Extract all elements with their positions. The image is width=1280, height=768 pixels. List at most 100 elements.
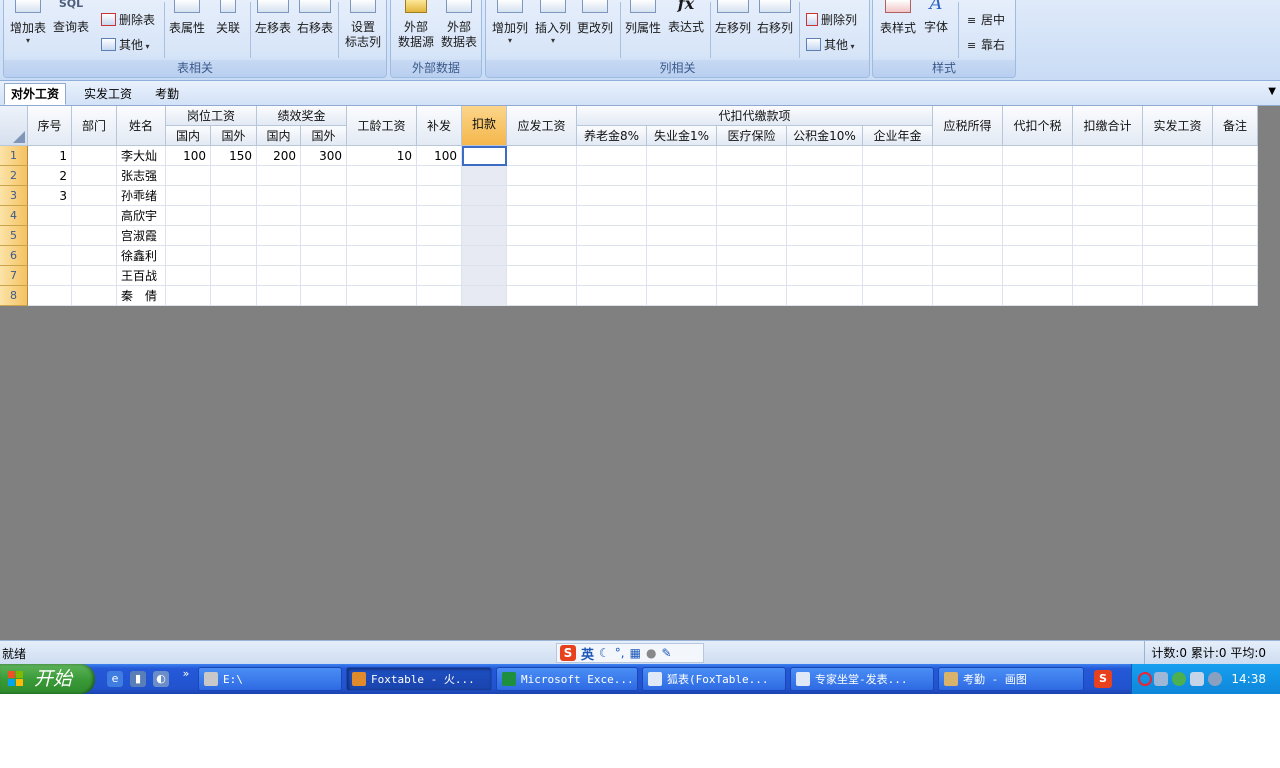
header-medical[interactable]: 医疗保险 xyxy=(717,126,787,146)
grid-cell[interactable] xyxy=(933,146,1003,166)
grid-cell[interactable] xyxy=(301,226,347,246)
grid-cell[interactable] xyxy=(257,226,301,246)
grid-cell[interactable]: 200 xyxy=(257,146,301,166)
grid-cell[interactable] xyxy=(787,226,863,246)
grid-cell[interactable] xyxy=(717,146,787,166)
grid-cell[interactable] xyxy=(72,246,117,266)
grid-cell[interactable] xyxy=(1003,266,1073,286)
header-payable[interactable]: 应发工资 xyxy=(507,106,577,146)
grid-cell[interactable] xyxy=(647,146,717,166)
grid-cell[interactable] xyxy=(717,186,787,206)
row-header[interactable]: 1 xyxy=(0,146,28,166)
grid-cell[interactable] xyxy=(417,166,462,186)
header-withhold-tax[interactable]: 代扣个税 xyxy=(1003,106,1073,146)
grid-cell[interactable] xyxy=(347,226,417,246)
grid-cell[interactable] xyxy=(577,246,647,266)
grid-cell[interactable] xyxy=(863,146,933,166)
grid-cell[interactable] xyxy=(72,266,117,286)
grid-cell[interactable] xyxy=(166,206,211,226)
external-table-button[interactable]: 外部 数据表 xyxy=(438,0,480,49)
grid-cell[interactable] xyxy=(211,166,257,186)
grid-cell[interactable] xyxy=(417,226,462,246)
grid-cell[interactable] xyxy=(577,146,647,166)
move-table-right-button[interactable]: 右移表 xyxy=(295,0,335,36)
grid-cell[interactable] xyxy=(417,266,462,286)
grid-cell[interactable] xyxy=(347,246,417,266)
grid-cell[interactable]: 宫淑霞 xyxy=(117,226,166,246)
header-seniority[interactable]: 工龄工资 xyxy=(347,106,417,146)
grid-cell[interactable] xyxy=(1073,186,1143,206)
grid-cell[interactable] xyxy=(1073,286,1143,306)
grid-cell[interactable] xyxy=(462,246,507,266)
header-post-domestic[interactable]: 国内 xyxy=(166,126,211,146)
task-expert-post[interactable]: 专家坐堂-发表... xyxy=(790,667,934,691)
grid-cell[interactable] xyxy=(462,206,507,226)
grid-cell[interactable] xyxy=(1143,166,1213,186)
grid-cell[interactable] xyxy=(301,286,347,306)
grid-cell[interactable] xyxy=(1213,246,1258,266)
grid-cell[interactable] xyxy=(211,206,257,226)
grid-cell[interactable] xyxy=(577,226,647,246)
grid-cell[interactable] xyxy=(1073,226,1143,246)
row-header[interactable]: 2 xyxy=(0,166,28,186)
grid-cell[interactable] xyxy=(717,246,787,266)
grid-cell[interactable] xyxy=(507,146,577,166)
grid-cell[interactable] xyxy=(28,226,72,246)
delete-table-button[interactable]: 删除表 xyxy=(101,11,155,28)
grid-cell[interactable] xyxy=(72,186,117,206)
grid-cell[interactable] xyxy=(507,226,577,246)
grid-cell[interactable]: 孙乖绪 xyxy=(117,186,166,206)
grid-cell[interactable] xyxy=(863,266,933,286)
header-housing-fund[interactable]: 公积金10% xyxy=(787,126,863,146)
task-foxtable[interactable]: Foxtable - 火... xyxy=(346,667,492,691)
change-column-button[interactable]: 更改列 xyxy=(574,0,616,36)
grid-cell[interactable] xyxy=(717,226,787,246)
align-right-button[interactable]: ≡ 靠右 xyxy=(967,36,1005,53)
query-table-button[interactable]: SQL 查询表 xyxy=(50,0,92,35)
grid-cell[interactable] xyxy=(211,226,257,246)
grid-cell[interactable] xyxy=(647,266,717,286)
grid-cell[interactable] xyxy=(347,286,417,306)
grid-cell[interactable] xyxy=(1213,286,1258,306)
grid-cell[interactable] xyxy=(717,286,787,306)
grid-cell[interactable] xyxy=(787,206,863,226)
grid-cell[interactable] xyxy=(462,286,507,306)
row-header[interactable]: 8 xyxy=(0,286,28,306)
font-button[interactable]: A 字体 xyxy=(921,0,951,35)
grid-cell[interactable] xyxy=(787,286,863,306)
header-withhold-total[interactable]: 扣缴合计 xyxy=(1073,106,1143,146)
grid-cell[interactable] xyxy=(211,246,257,266)
move-column-left-button[interactable]: 左移列 xyxy=(713,0,753,36)
grid-cell[interactable] xyxy=(717,206,787,226)
grid-cell[interactable] xyxy=(577,186,647,206)
tab-net-pay[interactable]: 实发工资 xyxy=(78,84,138,104)
moon-icon[interactable]: ☾ xyxy=(599,646,610,660)
grid-cell[interactable] xyxy=(301,186,347,206)
grid-cell[interactable] xyxy=(1213,226,1258,246)
ime-language[interactable]: 英 xyxy=(581,644,594,663)
grid-cell[interactable] xyxy=(647,246,717,266)
grid-cell[interactable] xyxy=(1143,246,1213,266)
header-seq[interactable]: 序号 xyxy=(28,106,72,146)
row-header[interactable]: 6 xyxy=(0,246,28,266)
active-cell[interactable] xyxy=(462,146,507,166)
start-button[interactable]: 开始 xyxy=(0,664,95,694)
grid-cell[interactable] xyxy=(72,226,117,246)
move-column-right-button[interactable]: 右移列 xyxy=(755,0,795,36)
grid-cell[interactable] xyxy=(347,186,417,206)
header-post-foreign[interactable]: 国外 xyxy=(211,126,257,146)
grid-cell[interactable] xyxy=(933,166,1003,186)
grid-cell[interactable] xyxy=(1003,206,1073,226)
task-excel[interactable]: Microsoft Exce... xyxy=(496,667,638,691)
grid-cell[interactable] xyxy=(1143,146,1213,166)
grid-cell[interactable]: 100 xyxy=(166,146,211,166)
grid-cell[interactable] xyxy=(863,226,933,246)
add-table-button[interactable]: 增加表 ▾ xyxy=(8,0,48,45)
grid-cell[interactable]: 秦 倩 xyxy=(117,286,166,306)
grid-cell[interactable] xyxy=(211,286,257,306)
add-column-button[interactable]: 增加列 ▾ xyxy=(490,0,530,45)
grid-cell[interactable] xyxy=(462,226,507,246)
grid-cell[interactable] xyxy=(166,226,211,246)
keyboard-icon[interactable]: ▦ xyxy=(630,646,641,660)
grid-cell[interactable] xyxy=(166,286,211,306)
